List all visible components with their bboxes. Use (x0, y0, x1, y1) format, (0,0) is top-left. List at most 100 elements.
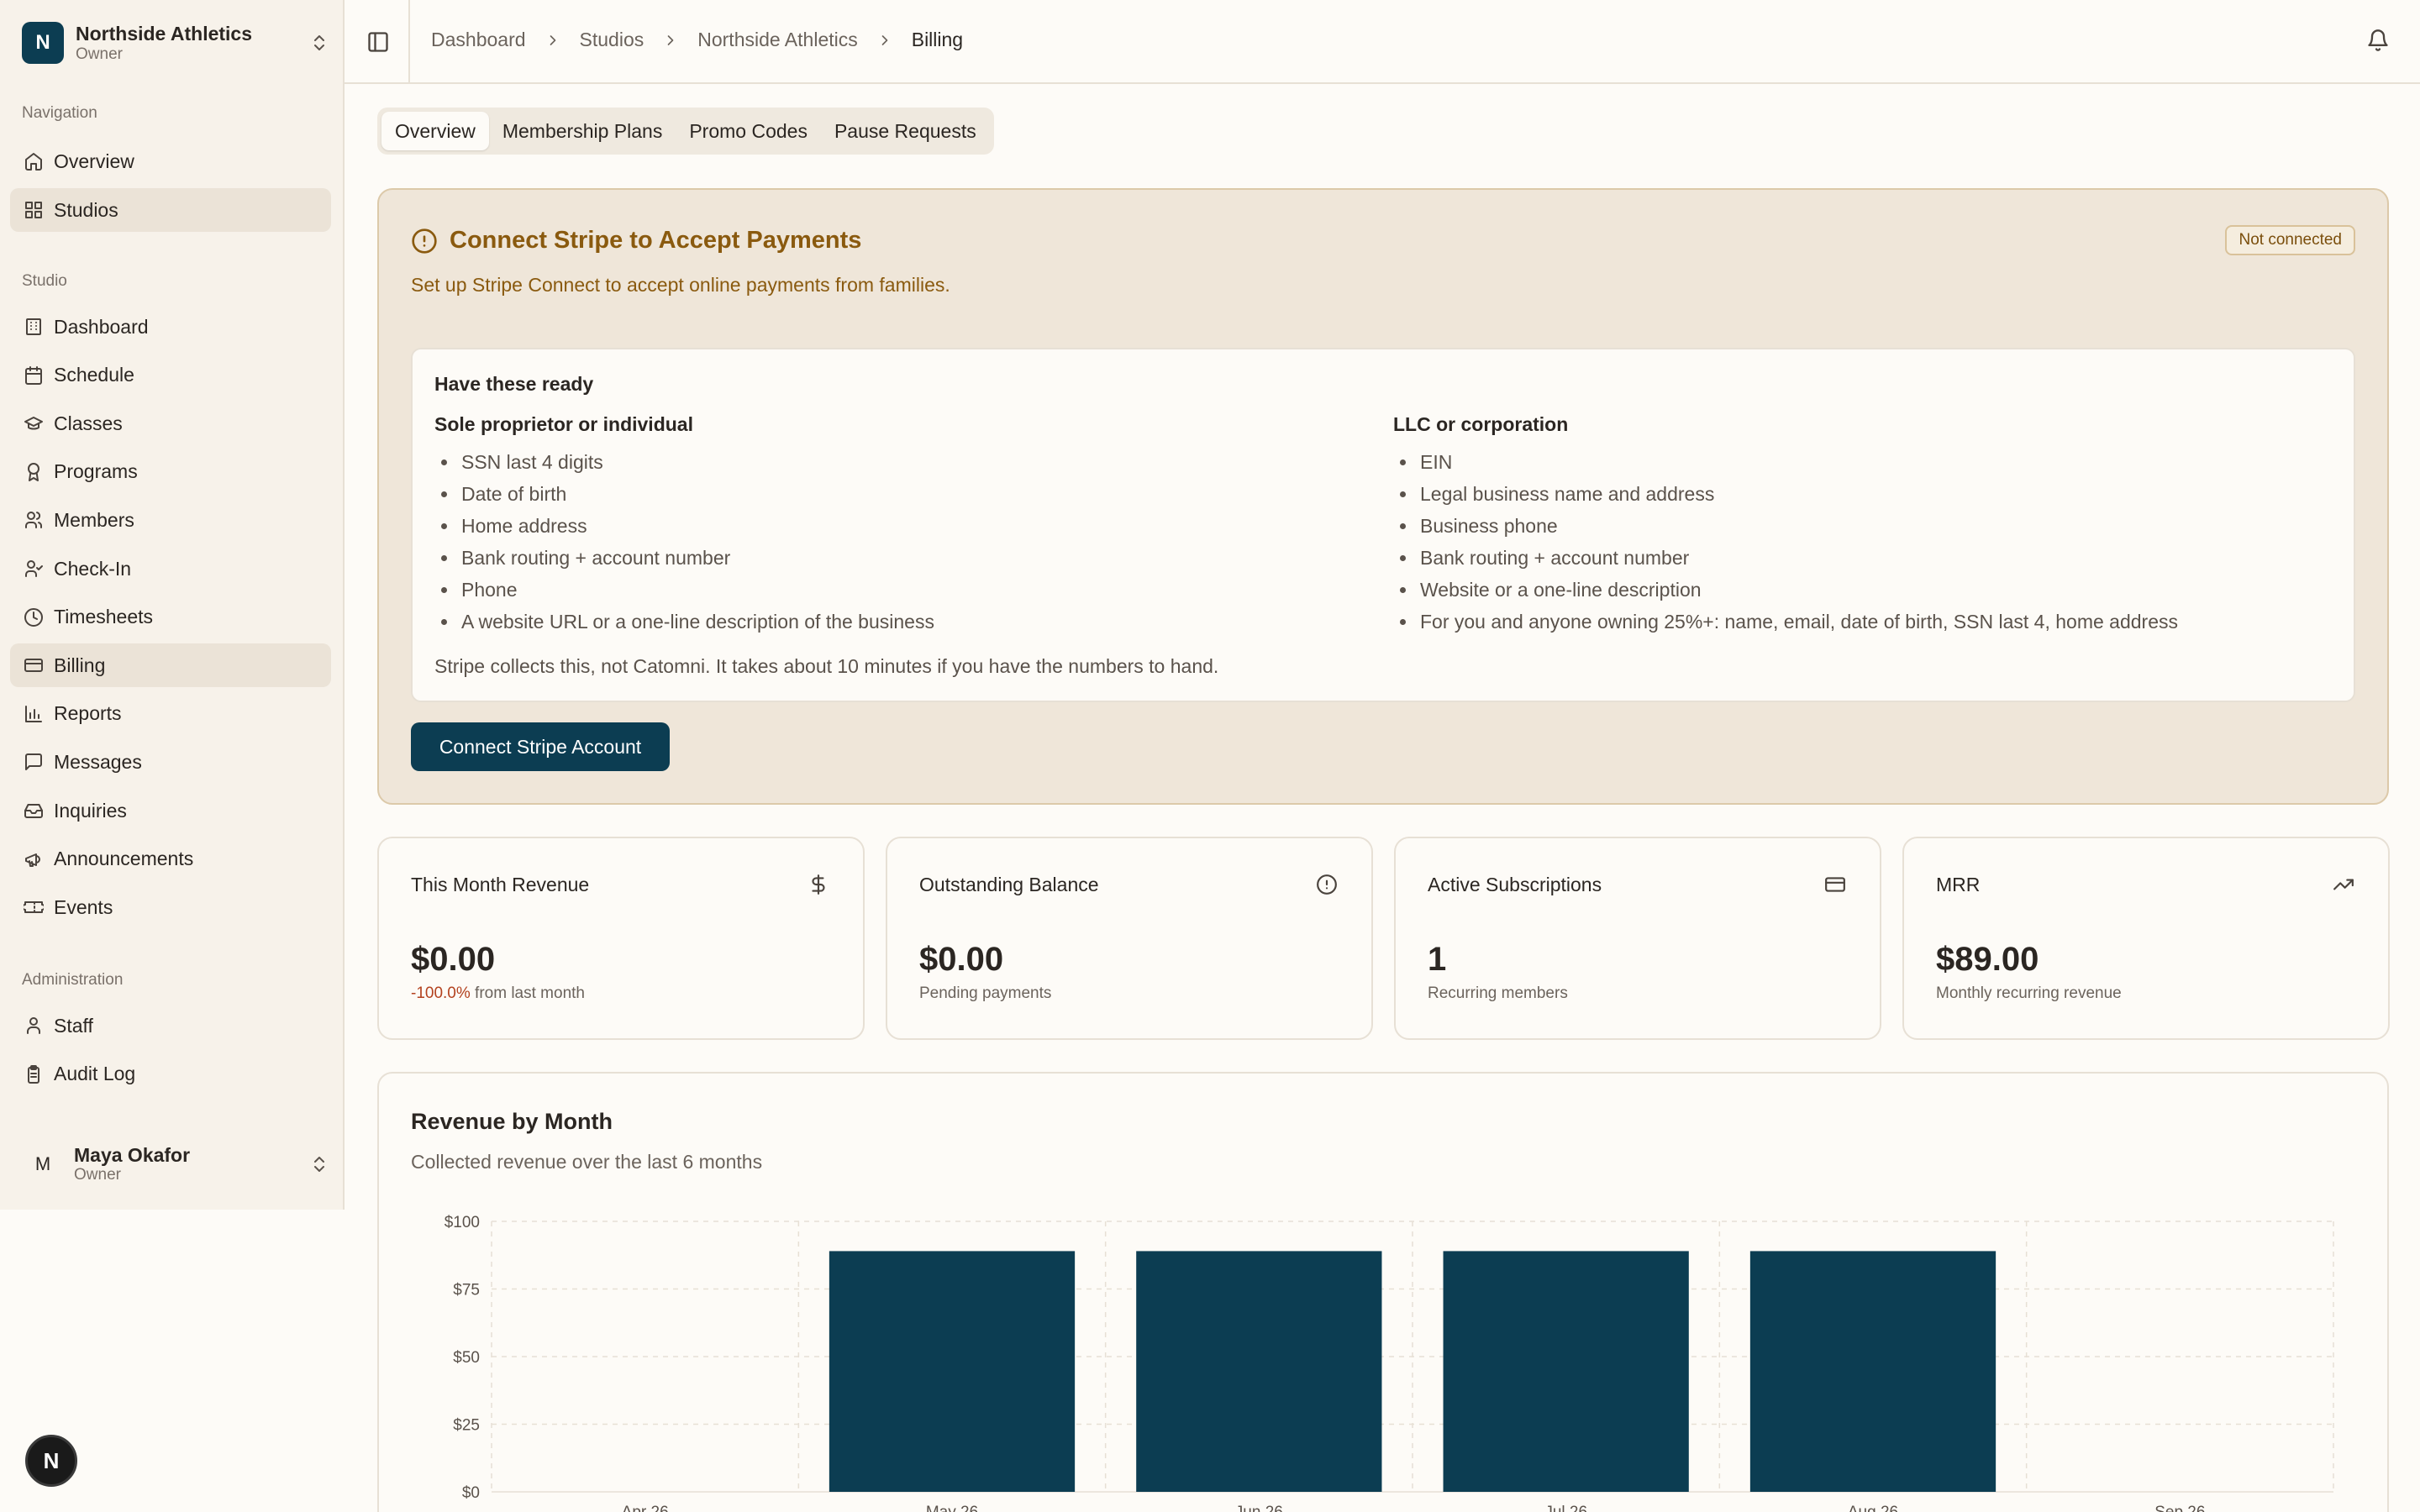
breadcrumb-current: Billing (911, 29, 964, 50)
stat-note: Monthly recurring revenue (1936, 984, 2122, 1003)
tab-overview[interactable]: Overview (381, 112, 489, 150)
individual-requirements: Sole proprietor or individual SSN last 4… (434, 413, 934, 638)
sidebar-item-dashboard[interactable]: Dashboard (10, 305, 331, 349)
stat-note-text: Recurring members (1428, 984, 1568, 1002)
x-tick-label: Jun 26 (1235, 1504, 1283, 1512)
sidebar-item-inquiries[interactable]: Inquiries (10, 789, 331, 832)
org-switcher[interactable]: N Northside Athletics Owner (22, 20, 329, 66)
y-tick-label: $0 (462, 1484, 480, 1502)
inbox-icon (24, 801, 44, 821)
stat-title: This Month Revenue (411, 874, 590, 895)
megaphone-icon (24, 849, 44, 869)
requirements-title: Have these ready (434, 373, 594, 395)
list-item: Date of birth (434, 478, 934, 510)
sidebar-item-messages[interactable]: Messages (10, 740, 331, 784)
revenue-chart-card: $0 $25 $50 $75 $100 Apr 26 May 26 Jun 26 Jul 26 A… (377, 1072, 2389, 1512)
sidebar-item-events[interactable]: Events (10, 885, 331, 929)
credit-card-icon (24, 655, 44, 675)
x-tick-label: Apr 26 (622, 1504, 669, 1512)
org-role: Owner (76, 45, 123, 63)
chevrons-up-down-icon (309, 1154, 329, 1174)
breadcrumb-link[interactable]: Dashboard (431, 29, 526, 51)
sidebar-item-label: Messages (54, 750, 142, 773)
status-badge: Not connected (2225, 225, 2355, 255)
connect-stripe-button[interactable]: Connect Stripe Account (411, 722, 670, 771)
sidebar-item-billing[interactable]: Billing (10, 643, 331, 688)
individual-heading: Sole proprietor or individual (434, 413, 693, 435)
sidebar-item-audit-log[interactable]: Audit Log (10, 1053, 331, 1096)
revenue-bar (829, 1251, 1076, 1492)
alert-circle-icon (411, 228, 438, 255)
y-tick-label: $25 (453, 1417, 480, 1435)
user-menu[interactable]: M Maya Okafor Owner (22, 1139, 329, 1189)
clock-icon (24, 607, 44, 627)
x-tick-label: Aug 26 (1848, 1504, 1898, 1512)
dollar-icon (808, 874, 829, 895)
stat-note-text: from last month (470, 984, 585, 1002)
breadcrumb-link[interactable]: Northside Athletics (697, 29, 857, 51)
calendar-icon (24, 365, 44, 386)
x-tick-label: Jul 26 (1544, 1504, 1587, 1512)
users-icon (24, 510, 44, 530)
stat-value: $89.00 (1936, 941, 2039, 978)
stripe-title: Connect Stripe to Accept Payments (411, 227, 861, 255)
sidebar-item-label: Programs (54, 460, 138, 483)
stat-card-this-month-revenue: This Month Revenue $0.00 -100.0% from last… (377, 837, 865, 1040)
user-role: Owner (74, 1166, 121, 1184)
sidebar-item-label: Classes (54, 412, 123, 434)
sidebar-item-label: Billing (54, 654, 106, 676)
sidebar-item-members[interactable]: Members (10, 498, 331, 542)
revenue-chart: $0 $25 $50 $75 $100 Apr 26 May 26 Jun 26 Jul 26 A… (445, 1214, 2334, 1512)
list-item: Home address (434, 510, 934, 542)
dev-tools-badge[interactable]: N (25, 1435, 77, 1487)
chart-title: Revenue by Month (411, 1109, 613, 1134)
org-name: Northside Athletics (76, 23, 253, 45)
sidebar-item-label: Events (54, 895, 113, 918)
user-avatar: M (34, 1153, 51, 1174)
sidebar-item-reports[interactable]: Reports (10, 692, 331, 736)
stat-note: Recurring members (1428, 984, 1568, 1003)
bell-icon[interactable] (2366, 29, 2390, 52)
chart-subtitle: Collected revenue over the last 6 months (411, 1151, 763, 1173)
user-check-icon (24, 559, 44, 579)
list-item: For you and anyone owning 25%+: name, em… (1393, 606, 2178, 638)
sidebar-item-classes[interactable]: Classes (10, 402, 331, 445)
tab-membership-plans[interactable]: Membership Plans (489, 112, 676, 150)
alert-circle-icon (1316, 874, 1338, 895)
sidebar-item-timesheets[interactable]: Timesheets (10, 596, 331, 639)
sidebar-item-programs[interactable]: Programs (10, 450, 331, 494)
tab-pause-requests[interactable]: Pause Requests (821, 112, 990, 150)
stat-value: $0.00 (919, 941, 1004, 978)
sidebar-item-check-in[interactable]: Check-In (10, 547, 331, 591)
list-item: Bank routing + account number (434, 542, 934, 574)
ticket-icon (24, 897, 44, 917)
stat-title: MRR (1936, 874, 1981, 895)
list-item: Bank routing + account number (1393, 542, 2178, 574)
sidebar-item-schedule[interactable]: Schedule (10, 354, 331, 397)
tab-promo-codes[interactable]: Promo Codes (676, 112, 821, 150)
award-icon (24, 462, 44, 482)
x-tick-label: Sep 26 (2154, 1504, 2205, 1512)
user-icon (24, 1016, 44, 1036)
stat-card-outstanding-balance: Outstanding Balance $0.00 Pending payments (886, 837, 1373, 1040)
y-tick-label: $75 (453, 1282, 480, 1299)
stat-value: 1 (1428, 941, 1447, 978)
breadcrumb-link[interactable]: Studios (580, 29, 644, 51)
sidebar-item-announcements[interactable]: Announcements (10, 837, 331, 881)
stat-note: -100.0% from last month (411, 984, 585, 1003)
stat-title: Active Subscriptions (1428, 874, 1602, 895)
stat-change: -100.0% (411, 984, 471, 1002)
sidebar-item-studios[interactable]: Studios (10, 188, 331, 232)
sidebar-item-label: Audit Log (54, 1063, 136, 1085)
nav-section-label: Administration (22, 971, 124, 989)
nav-section-label: Navigation (22, 104, 97, 122)
requirements-footnote: Stripe collects this, not Catomni. It ta… (434, 655, 1219, 677)
stripe-connect-card: Connect Stripe to Accept Payments Set up… (377, 188, 2389, 805)
top-header: Dashboard Studios Northside Athletics Billi… (345, 0, 2420, 84)
clipboard-icon (24, 1064, 44, 1084)
nav-section-label: Studio (22, 272, 67, 290)
sidebar-item-label: Inquiries (54, 799, 127, 822)
sidebar-item-overview[interactable]: Overview (10, 139, 331, 183)
sidebar-toggle-icon[interactable] (366, 30, 390, 54)
sidebar-item-staff[interactable]: Staff (10, 1004, 331, 1047)
